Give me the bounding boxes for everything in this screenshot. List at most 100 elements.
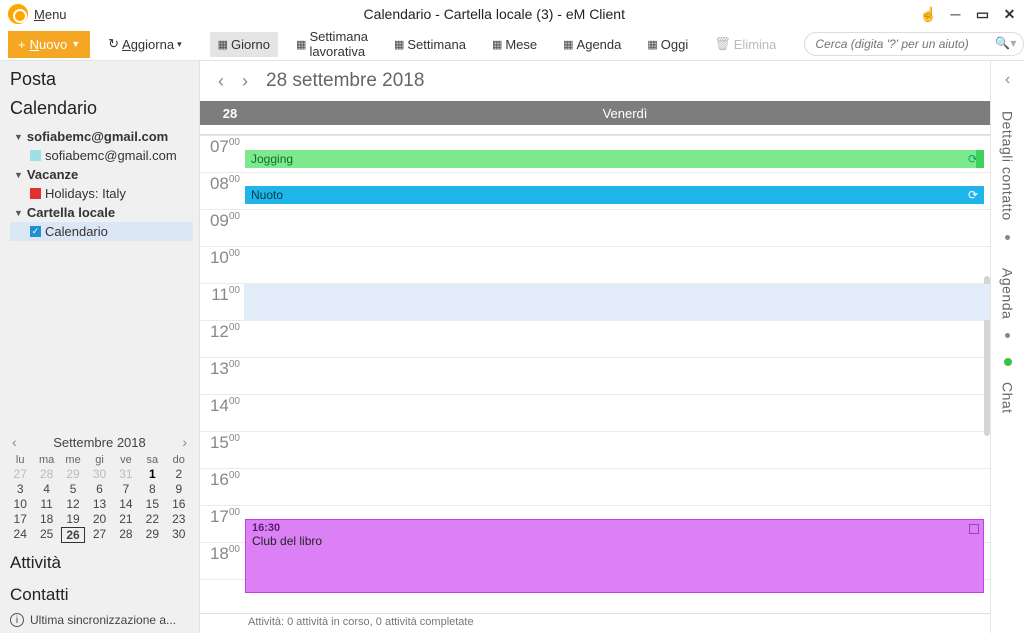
right-panel: ‹ Dettagli contatto Agenda Chat (990, 61, 1024, 633)
hour-row[interactable]: 0900 (200, 210, 990, 247)
tree-vacanze[interactable]: ▼Vacanze (10, 165, 193, 184)
minical-day[interactable]: 3 (8, 482, 32, 496)
tree-calendario[interactable]: ✓Calendario (10, 222, 193, 241)
minical-day[interactable]: 12 (61, 497, 85, 511)
view-workweek-button[interactable]: ▦ Settimana lavorativa (288, 24, 376, 64)
tree-cartella[interactable]: ▼Cartella locale (10, 203, 193, 222)
minical-day[interactable]: 22 (140, 512, 164, 526)
hour-row[interactable]: 1600 (200, 469, 990, 506)
minical-day[interactable]: 23 (167, 512, 191, 526)
minical-day[interactable]: 13 (87, 497, 111, 511)
prev-month-icon[interactable]: ‹ (12, 434, 17, 450)
close-icon[interactable]: ✕ (1003, 8, 1016, 21)
calendar-icon: ▦ (218, 38, 228, 51)
minical-day[interactable]: 26 (61, 527, 85, 543)
search-input[interactable] (804, 32, 1024, 56)
tab-dettagli[interactable]: Dettagli contatto (1000, 111, 1016, 221)
nav-attivita[interactable]: Attività (0, 543, 199, 575)
hour-row[interactable]: 1400 (200, 395, 990, 432)
minical-day[interactable]: 19 (61, 512, 85, 526)
collapse-right-icon[interactable]: ‹ (1005, 71, 1010, 89)
calendar-icon: ▦ (647, 38, 657, 51)
minical-day[interactable]: 29 (140, 527, 164, 543)
minical-month: Settembre 2018 (53, 435, 146, 450)
minical-day[interactable]: 7 (114, 482, 138, 496)
hour-row[interactable]: 1100 (200, 284, 990, 321)
hour-row[interactable]: 0800 (200, 173, 990, 210)
hour-row[interactable]: 1500 (200, 432, 990, 469)
minical-day[interactable]: 31 (114, 467, 138, 481)
hour-row[interactable]: 1800 (200, 543, 990, 580)
hour-row[interactable]: 0700 (200, 136, 990, 173)
touch-icon[interactable]: ☝ (922, 8, 935, 21)
plus-icon: + (18, 37, 26, 52)
view-week-button[interactable]: ▦ Settimana (386, 32, 474, 57)
calendar-icon: ▦ (492, 38, 502, 51)
minical-day[interactable]: 28 (114, 527, 138, 543)
delete-button: 🗑 Elimina (706, 31, 784, 57)
minical-day[interactable]: 27 (87, 527, 111, 543)
tab-agenda[interactable]: Agenda (1000, 268, 1016, 319)
minical-day[interactable]: 28 (34, 467, 58, 481)
nav-contatti[interactable]: Contatti (0, 575, 199, 607)
sidebar: Posta Calendario ▼sofiabemc@gmail.com so… (0, 61, 200, 633)
chevron-down-icon: ▼ (71, 39, 80, 49)
minical-day[interactable]: 21 (114, 512, 138, 526)
trash-icon: 🗑 (714, 36, 731, 52)
minical-day[interactable]: 30 (167, 527, 191, 543)
minical-day[interactable]: 16 (167, 497, 191, 511)
hour-row[interactable]: 1700 (200, 506, 990, 543)
minical-day[interactable]: 18 (34, 512, 58, 526)
calendar-icon: ▦ (296, 38, 306, 51)
new-button[interactable]: + Nuovo ▼ (8, 31, 90, 58)
tree-account-sub[interactable]: sofiabemc@gmail.com (10, 146, 193, 165)
next-day-icon[interactable]: › (242, 71, 248, 92)
search-icon[interactable]: 🔍▾ (995, 36, 1016, 50)
refresh-button[interactable]: ↻ Aggiorna ▾ (100, 31, 189, 57)
view-month-button[interactable]: ▦ Mese (484, 32, 545, 57)
nav-posta[interactable]: Posta (0, 61, 199, 94)
minical-day[interactable]: 15 (140, 497, 164, 511)
minical-day[interactable]: 17 (8, 512, 32, 526)
minical-day[interactable]: 20 (87, 512, 111, 526)
refresh-icon: ↻ (108, 36, 119, 52)
maximize-icon[interactable]: ▭ (976, 8, 989, 21)
minical-day[interactable]: 2 (167, 467, 191, 481)
mini-calendar[interactable]: ‹ Settembre 2018 › lumamegivesado2728293… (0, 428, 199, 543)
minical-day[interactable]: 27 (8, 467, 32, 481)
app-logo-icon (8, 4, 28, 24)
today-button[interactable]: ▦ Oggi (639, 32, 696, 57)
minical-day[interactable]: 11 (34, 497, 58, 511)
minical-day[interactable]: 30 (87, 467, 111, 481)
tree-holidays[interactable]: Holidays: Italy (10, 184, 193, 203)
status-online-icon (1004, 358, 1012, 366)
tab-chat[interactable]: Chat (1000, 382, 1016, 414)
hour-row[interactable]: 1300 (200, 358, 990, 395)
view-agenda-button[interactable]: ▦ Agenda (555, 32, 629, 57)
calendar-grid[interactable]: Jogging ⟳ Nuoto ⟳ 16:30 Club del libro 0… (200, 135, 990, 613)
minical-day[interactable]: 4 (34, 482, 58, 496)
minimize-icon[interactable]: ─ (949, 8, 962, 21)
hour-row[interactable]: 1000 (200, 247, 990, 284)
window-title: Calendario - Cartella locale (3) - eM Cl… (67, 6, 922, 22)
tree-account[interactable]: ▼sofiabemc@gmail.com (10, 127, 193, 146)
minical-day[interactable]: 1 (140, 467, 164, 481)
day-header: 28 Venerdì (200, 101, 990, 125)
nav-calendario[interactable]: Calendario (0, 94, 199, 125)
prev-day-icon[interactable]: ‹ (218, 71, 224, 92)
minical-day[interactable]: 14 (114, 497, 138, 511)
sync-status[interactable]: i Ultima sincronizzazione a... (0, 607, 199, 633)
minical-day[interactable]: 6 (87, 482, 111, 496)
menu-button[interactable]: Menu (34, 7, 67, 22)
view-day-button[interactable]: ▦ Giorno (210, 32, 278, 57)
minical-day[interactable]: 5 (61, 482, 85, 496)
minical-day[interactable]: 29 (61, 467, 85, 481)
status-footer: Attività: 0 attività in corso, 0 attivit… (200, 613, 990, 633)
minical-day[interactable]: 9 (167, 482, 191, 496)
minical-day[interactable]: 25 (34, 527, 58, 543)
hour-row[interactable]: 1200 (200, 321, 990, 358)
minical-day[interactable]: 8 (140, 482, 164, 496)
next-month-icon[interactable]: › (182, 434, 187, 450)
minical-day[interactable]: 24 (8, 527, 32, 543)
minical-day[interactable]: 10 (8, 497, 32, 511)
